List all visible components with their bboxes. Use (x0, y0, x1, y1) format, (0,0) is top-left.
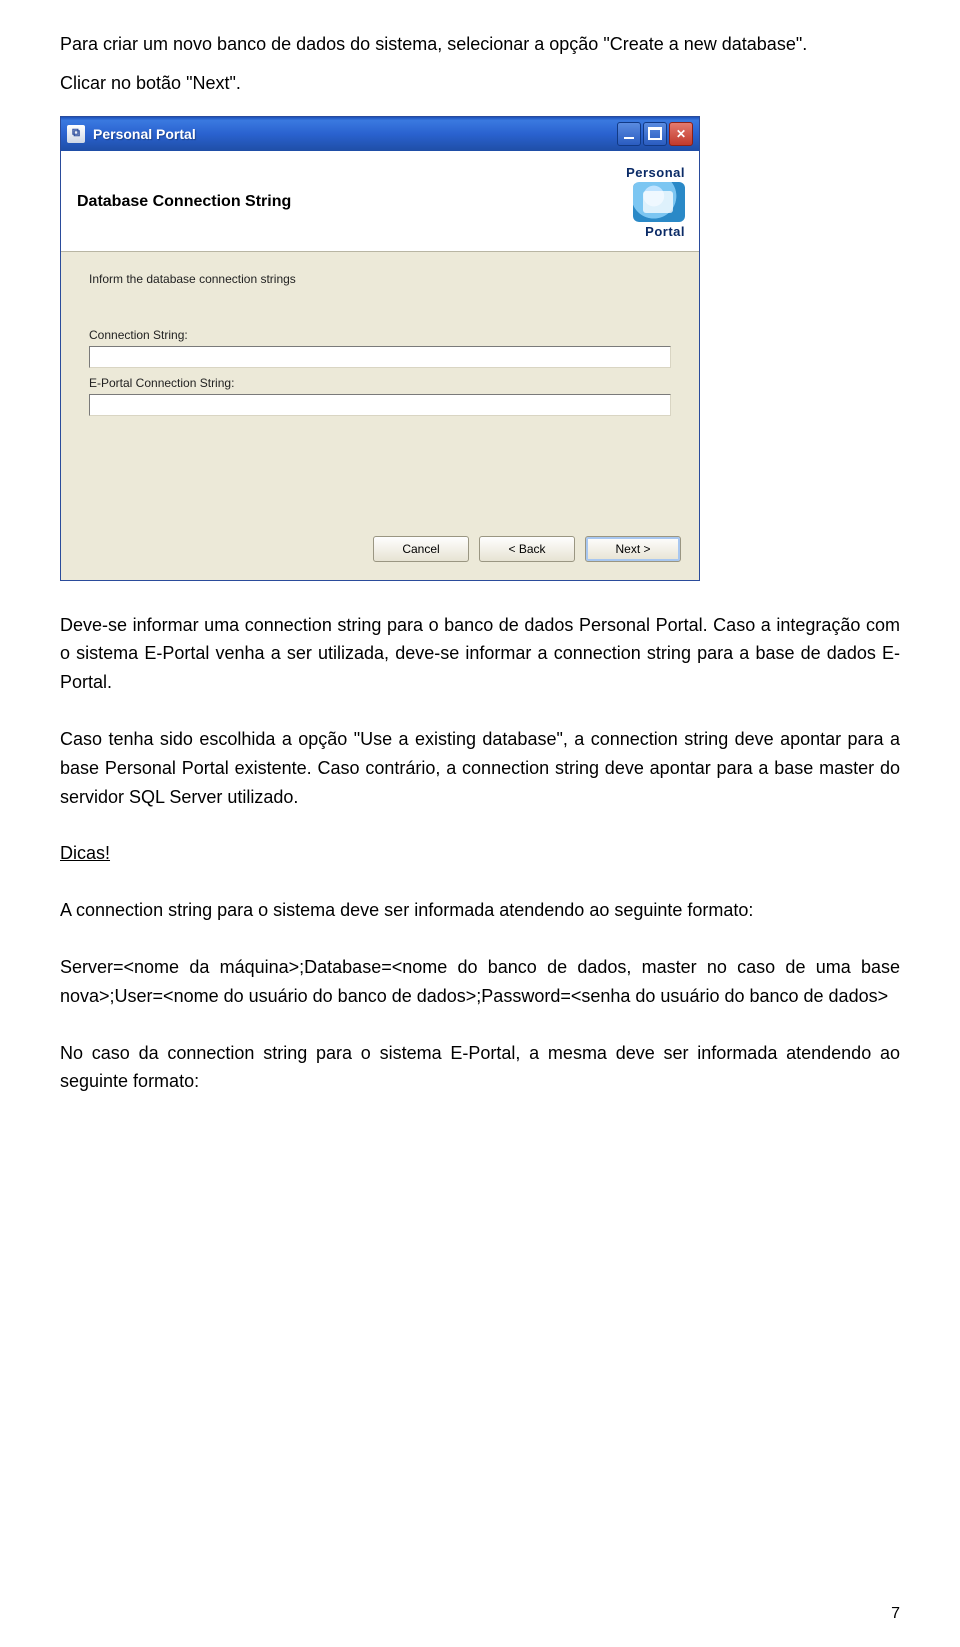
titlebar: ⧉ Personal Portal (61, 117, 699, 151)
banner-text: Database Connection String (77, 193, 626, 211)
field1-label: Connection String: (89, 328, 671, 342)
dialog-banner: Database Connection String Personal Port… (61, 151, 699, 252)
next-button[interactable]: Next > (585, 536, 681, 562)
dialog-button-row: Cancel < Back Next > (61, 522, 699, 580)
intro-para-2: Clicar no botão "Next". (60, 69, 900, 98)
logo-text-bottom: Portal (626, 224, 685, 239)
window-title: Personal Portal (93, 126, 617, 142)
dialog-content: Inform the database connection strings C… (61, 252, 699, 522)
intro-para-1: Para criar um novo banco de dados do sis… (60, 30, 900, 59)
page-number: 7 (891, 1605, 900, 1623)
cancel-button[interactable]: Cancel (373, 536, 469, 562)
window-buttons (617, 122, 693, 146)
body-para-4: Caso tenha sido escolhida a opção "Use a… (60, 725, 900, 811)
banner-logo: Personal Portal (626, 165, 685, 239)
field2-label: E-Portal Connection String: (89, 376, 671, 390)
eportal-connection-string-input[interactable] (89, 394, 671, 416)
close-button[interactable] (669, 122, 693, 146)
maximize-button[interactable] (643, 122, 667, 146)
back-button[interactable]: < Back (479, 536, 575, 562)
app-icon: ⧉ (67, 125, 85, 143)
dicas-heading: Dicas! (60, 839, 900, 868)
logo-text-top: Personal (626, 165, 685, 180)
instruction-text: Inform the database connection strings (89, 272, 671, 286)
body-para-5: A connection string para o sistema deve … (60, 896, 900, 925)
installer-dialog: ⧉ Personal Portal Database Connection St… (60, 116, 700, 581)
connection-string-input[interactable] (89, 346, 671, 368)
body-para-3: Deve-se informar uma connection string p… (60, 611, 900, 697)
body-para-6: Server=<nome da máquina>;Database=<nome … (60, 953, 900, 1011)
globe-icon (633, 182, 685, 222)
minimize-button[interactable] (617, 122, 641, 146)
banner-title: Database Connection String (77, 193, 626, 211)
body-para-7: No caso da connection string para o sist… (60, 1039, 900, 1097)
